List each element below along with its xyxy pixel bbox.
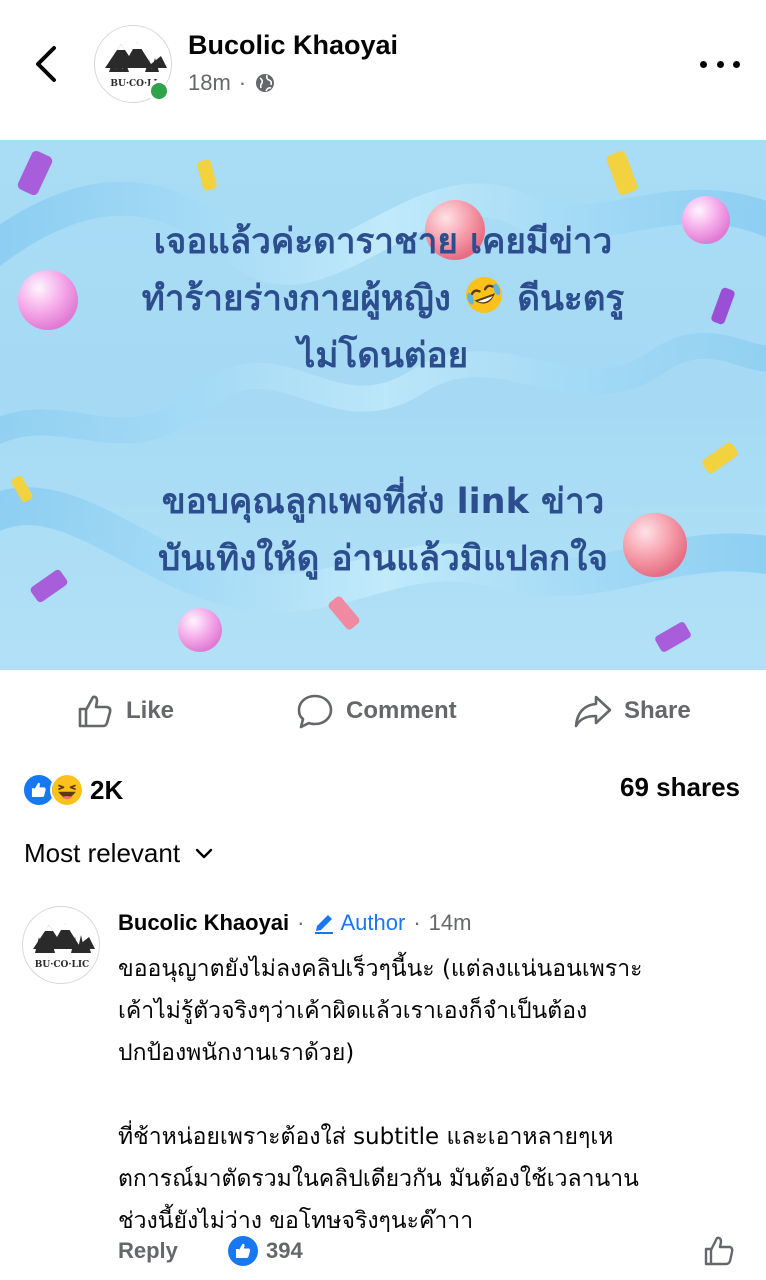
bucolic-logo-icon: BU·CO·LIC — [33, 923, 95, 970]
comment-time: 14m — [428, 910, 472, 935]
comment-like-number: 394 — [266, 1238, 303, 1263]
post-line: ทำร้ายร่างกายผู้หญิง ดีนะตรู — [0, 271, 766, 328]
online-status-dot — [148, 80, 170, 102]
post-line-part: ทำร้ายร่างกายผู้หญิง — [141, 279, 451, 319]
reply-button[interactable]: Reply — [118, 1238, 178, 1264]
post-line-part: ดีนะตรู — [517, 279, 625, 319]
comment-line: ตการณ์มาตัดรวมในคลิปเดียวกัน มันต้องใช้เ… — [118, 1166, 639, 1192]
sort-label: Most relevant — [24, 838, 181, 868]
comment-bubble-icon — [297, 694, 333, 729]
share-label: Share — [624, 697, 691, 724]
comment-line: ปกป้องพนักงานเราด้วย) — [118, 1040, 355, 1066]
comment-like-count[interactable]: 394 — [228, 1236, 303, 1266]
post-line: เจอแล้วค่ะดาราชาย เคยมีข่าว — [153, 222, 613, 262]
comment-separator: · — [297, 910, 305, 935]
comment-button[interactable]: Comment — [296, 690, 457, 732]
reaction-summary[interactable]: 2K — [22, 770, 123, 810]
author-badge-label: Author — [340, 910, 406, 935]
meta-separator: · — [238, 70, 247, 95]
svg-text:BU·CO·LIC: BU·CO·LIC — [35, 960, 89, 970]
post-line: ไม่โดนต่อย — [297, 336, 469, 376]
comment-line: ที่ช้าหน่อยเพราะต้องใส่ subtitle และเอาห… — [118, 1124, 614, 1150]
comment-label: Comment — [346, 697, 457, 724]
thumbs-up-icon — [78, 695, 112, 728]
chevron-down-icon — [195, 848, 213, 858]
comment-sort-dropdown[interactable]: Most relevant — [24, 838, 214, 869]
post-header: BU·CO·LI Bucolic Khaoyai 18m · — [0, 0, 766, 140]
haha-reaction-icon — [50, 773, 84, 807]
comment-line: เค้าไม่รู้ตัวจริงๆว่าเค้าผิดแล้วเราเองก็… — [118, 998, 588, 1024]
comment-line: ขออนุญาตยังไม่ลงคลิปเร็วๆนี้นะ (แต่ลงแน่… — [118, 956, 643, 982]
rofl-emoji-icon — [466, 277, 503, 313]
more-options-button[interactable] — [696, 50, 744, 78]
comment-header: Bucolic Khaoyai · Author · 14m — [118, 910, 471, 936]
pencil-icon — [315, 915, 334, 934]
post-caption-block-1: เจอแล้วค่ะดาราชาย เคยมีข่าว ทำร้ายร่างกา… — [0, 214, 766, 385]
globe-icon — [256, 74, 275, 92]
dot-icon — [716, 60, 724, 68]
page-name[interactable]: Bucolic Khaoyai — [188, 30, 398, 61]
back-arrow-icon[interactable] — [28, 40, 68, 88]
comment-like-button-icon[interactable] — [702, 1234, 736, 1268]
comment-line: ช่วงนี้ยังไม่ว่าง ขอโทษจริงๆนะค๊าาา — [118, 1208, 474, 1234]
share-button[interactable]: Share — [574, 690, 691, 732]
comment-author-avatar[interactable]: BU·CO·LIC — [22, 906, 100, 984]
post-line: ขอบคุณลูกเพจที่ส่ง link ข่าว — [161, 482, 605, 522]
comment-body: ขออนุญาตยังไม่ลงคลิปเร็วๆนี้นะ (แต่ลงแน่… — [118, 948, 748, 1242]
dot-icon — [700, 60, 707, 68]
shares-count[interactable]: 69 shares — [620, 772, 740, 803]
like-reaction-icon — [228, 1236, 258, 1266]
post-caption-block-2: ขอบคุณลูกเพจที่ส่ง link ข่าว บันเทิงให้ด… — [0, 474, 766, 588]
post-line: บันเทิงให้ดู อ่านแล้วมิแปลกใจ — [158, 539, 608, 579]
post-image[interactable]: เจอแล้วค่ะดาราชาย เคยมีข่าว ทำร้ายร่างกา… — [0, 140, 766, 670]
share-arrow-icon — [574, 695, 612, 728]
comment-separator: · — [413, 910, 421, 935]
dot-icon — [733, 60, 740, 68]
reaction-count: 2K — [90, 774, 124, 805]
post-time[interactable]: 18m — [188, 70, 231, 96]
comment-author-name[interactable]: Bucolic Khaoyai — [118, 910, 289, 936]
like-button[interactable]: Like — [76, 690, 174, 732]
post-meta: 18m · — [188, 70, 276, 96]
author-badge: Author — [312, 910, 405, 936]
post-actions-bar: Like Comment Share — [0, 680, 766, 742]
like-label: Like — [126, 697, 175, 724]
